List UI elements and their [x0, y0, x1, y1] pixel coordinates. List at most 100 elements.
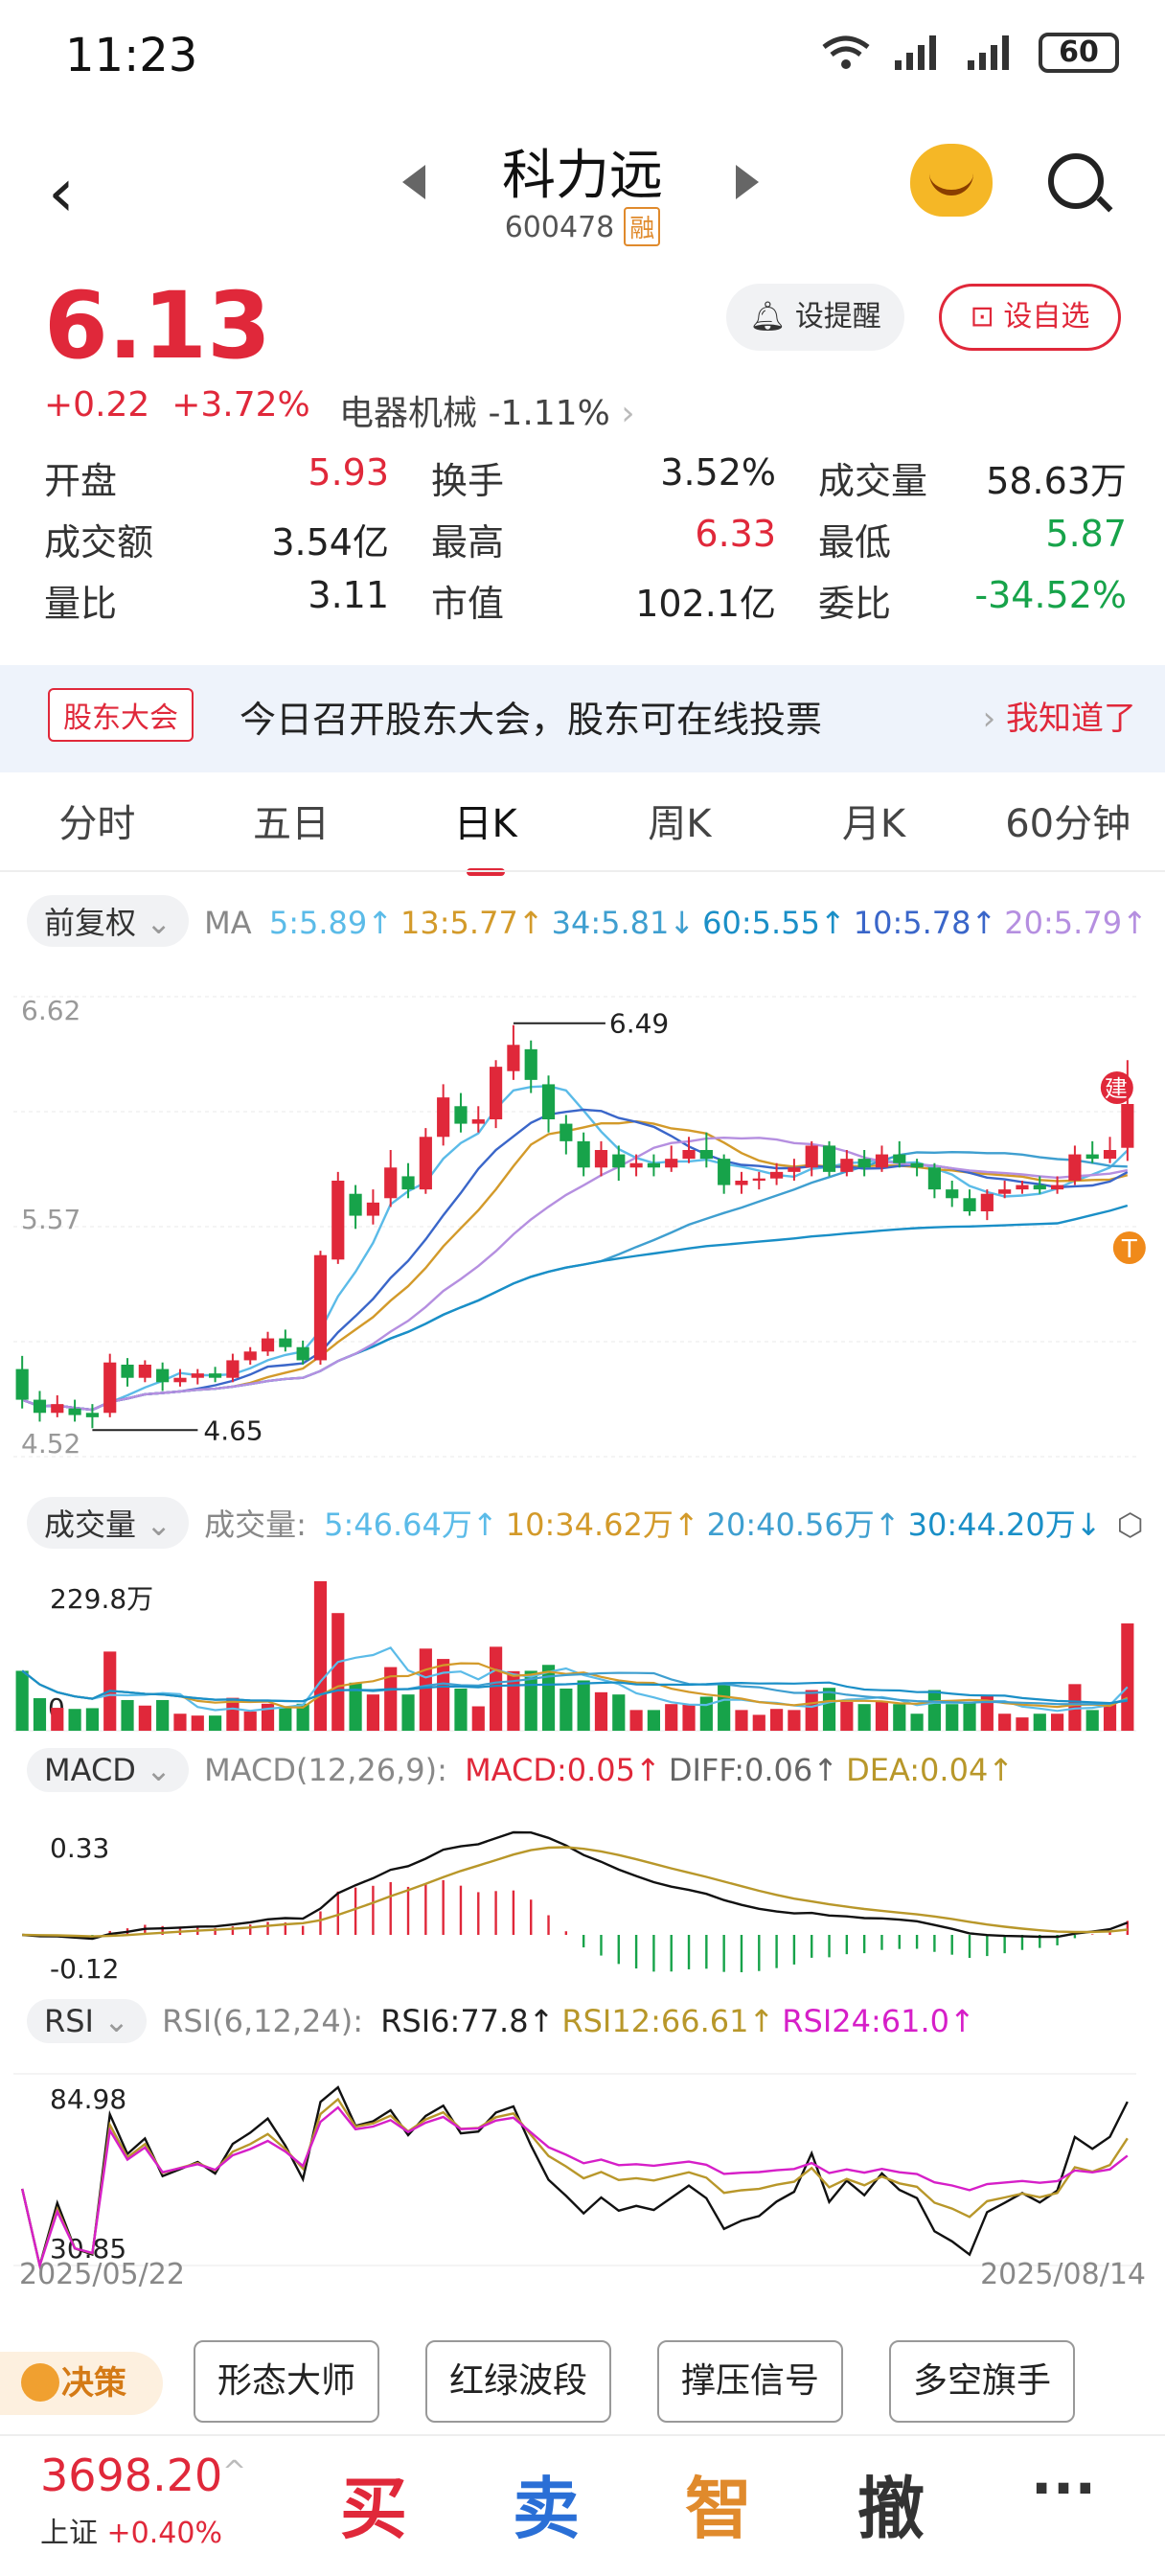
macd-value: DIFF:0.06↑ — [668, 1752, 839, 1788]
ma-line — [21, 1136, 1129, 1412]
ma-legend: 前复权 ⌄ MA 5:5.89↑ 13:5.77↑ 34:5.81↓ 60:5.55↑… — [27, 895, 1148, 947]
candle-body — [366, 1202, 379, 1216]
macd-chart[interactable]: 0.33 -0.12 — [0, 1804, 1165, 1986]
bell-icon: 🔔︎ — [749, 300, 795, 334]
candle-body — [138, 1365, 151, 1378]
sector-link[interactable]: 电器机械 -1.11% › — [339, 385, 635, 435]
volume-bar — [454, 1688, 468, 1731]
macd-line — [22, 1846, 1128, 1938]
volume-bar — [33, 1698, 47, 1731]
macd-select[interactable]: MACD ⌄ — [27, 1748, 189, 1792]
rsi-legend: RSI ⌄ RSI(6,12,24): RSI6:77.8↑ RSI12:66.6… — [27, 1999, 975, 2043]
volume-select[interactable]: 成交量 ⌄ — [27, 1497, 189, 1549]
volume-bar — [1016, 1717, 1029, 1731]
margin-tag: 融 — [624, 207, 661, 246]
kline-chart[interactable]: 6.62 5.57 4.52 6.49 4.65 建 T — [0, 968, 1165, 1476]
candle-body — [927, 1167, 941, 1190]
candle-body — [857, 1159, 871, 1168]
ma-values: 5:5.89↑ 13:5.77↑ 34:5.81↓ 60:5.55↑ 10:5.78↑ 2… — [262, 905, 1148, 941]
volume-bar — [840, 1701, 854, 1731]
macd-value: DEA:0.04↑ — [846, 1752, 1015, 1788]
tool-button[interactable]: 撑压信号 — [657, 2340, 843, 2423]
settings-icon[interactable]: ⬡ — [1117, 1506, 1144, 1543]
candle-body — [963, 1198, 976, 1211]
volume-bar — [665, 1704, 678, 1731]
build-tag[interactable]: 建 — [1105, 1075, 1128, 1102]
volume-bar — [331, 1613, 345, 1731]
cancel-order-button[interactable]: 撤 — [805, 2455, 977, 2552]
status-icons: 60 — [820, 33, 1119, 73]
price-change: +0.22 +3.72% — [44, 385, 310, 425]
tool-button[interactable]: 红绿波段 — [425, 2340, 611, 2423]
candle-body — [33, 1399, 47, 1414]
buy-button[interactable]: 买 — [287, 2455, 460, 2552]
stat-label: 委比 — [818, 582, 892, 625]
tab-divider — [0, 870, 1165, 872]
volume-bar — [401, 1694, 415, 1731]
search-icon[interactable] — [1048, 153, 1104, 209]
candle-body — [577, 1140, 590, 1168]
tab-period[interactable]: 60分钟 — [971, 786, 1165, 868]
smart-button[interactable]: 智 — [632, 2455, 805, 2552]
candle-body — [1051, 1184, 1064, 1190]
ma-value: 5:5.89↑ — [268, 905, 394, 941]
notice-banner[interactable]: 股东大会 今日召开股东大会，股东可在线投票 › 我知道了 — [0, 665, 1165, 772]
stat-cell: 成交量 58.63万 — [818, 451, 1127, 504]
tab-period[interactable]: 周K — [582, 786, 777, 868]
tab-period[interactable]: 五日 — [194, 786, 389, 868]
adjust-select[interactable]: 前复权 ⌄ — [27, 895, 189, 947]
index-name-row: 上证 +0.40% — [40, 2509, 222, 2551]
stat-value: 58.63万 — [986, 459, 1127, 502]
volume-bar — [15, 1670, 29, 1731]
dismiss-notice-link[interactable]: › 我知道了 — [983, 692, 1136, 739]
tool-button[interactable]: 多空旗手 — [889, 2340, 1075, 2423]
stat-label: 量比 — [44, 582, 118, 625]
tab-period[interactable]: 日K — [388, 786, 582, 876]
candle-body — [209, 1373, 222, 1378]
sell-button[interactable]: 卖 — [460, 2455, 632, 2552]
set-alert-label: 设提醒 — [794, 300, 881, 334]
stat-cell: 成交额 3.54亿 — [44, 513, 431, 565]
set-alert-button[interactable]: 🔔︎ 设提醒 — [726, 284, 904, 351]
tab-period[interactable]: 月K — [777, 786, 971, 868]
candle-body — [191, 1373, 204, 1378]
chevron-down-icon: ⌄ — [103, 2003, 129, 2039]
ma-value: 34:5.81↓ — [551, 905, 696, 941]
stat-value: 3.11 — [308, 573, 389, 616]
t-tag[interactable]: T — [1121, 1235, 1137, 1264]
tab-period[interactable]: 分时 — [0, 786, 194, 868]
more-button[interactable]: ··· — [977, 2455, 1150, 2522]
rsi-select[interactable]: RSI ⌄ — [27, 1999, 147, 2043]
macd-select-label: MACD — [44, 1752, 136, 1788]
rsi-line — [21, 2085, 1129, 2266]
tool-button[interactable]: 形态大师 — [194, 2340, 379, 2423]
candle-body — [910, 1162, 924, 1168]
candle-body — [735, 1181, 748, 1185]
candle-body — [437, 1097, 450, 1138]
stat-cell: 开盘 5.93 — [44, 451, 431, 504]
volume-bar — [963, 1701, 976, 1731]
index-value[interactable]: 3698.20 — [40, 2450, 222, 2501]
stat-cell: 量比 3.11 — [44, 574, 431, 627]
stat-cell: 市值 102.1亿 — [431, 574, 818, 627]
chevron-right-icon: › — [621, 394, 635, 433]
volume-bar — [68, 1709, 81, 1731]
volume-bar — [682, 1704, 696, 1731]
low-marker: 4.65 — [203, 1414, 263, 1446]
adjust-select-label: 前复权 — [44, 905, 137, 941]
macd-y-top: 0.33 — [50, 1832, 109, 1864]
volume-ma-value: 10:34.62万↑ — [505, 1506, 699, 1543]
candle-body — [788, 1167, 801, 1172]
candle-body — [507, 1045, 520, 1071]
add-favorite-button[interactable]: ⊡ 设自选 — [939, 284, 1121, 351]
stat-value: 3.52% — [660, 450, 776, 494]
mascot-icon[interactable] — [910, 144, 993, 217]
signal-icon — [895, 35, 936, 70]
favorite-icon: ⊡ — [970, 300, 1004, 334]
next-stock-icon[interactable] — [736, 165, 759, 199]
stat-value: 5.87 — [1045, 512, 1127, 555]
volume-select-label: 成交量 — [44, 1506, 137, 1543]
volume-bar — [173, 1714, 187, 1731]
volume-chart[interactable]: 229.8万0 — [0, 1552, 1165, 1735]
volume-bar — [857, 1704, 871, 1731]
